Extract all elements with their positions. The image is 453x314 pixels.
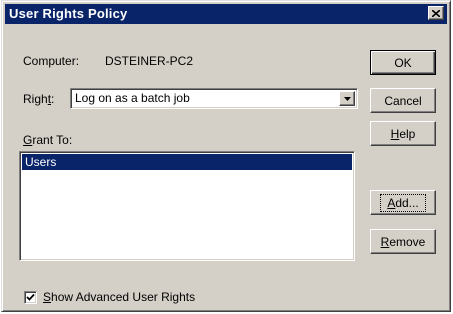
chevron-down-icon	[343, 96, 351, 101]
checkmark-icon	[26, 293, 35, 301]
close-button[interactable]	[428, 6, 444, 20]
add-button[interactable]: Add...	[370, 190, 436, 215]
user-rights-policy-dialog: User Rights Policy Computer: DSTEINER-PC…	[1, 0, 451, 312]
remove-button[interactable]: Remove	[370, 229, 436, 254]
show-advanced-label[interactable]: Show Advanced User Rights	[43, 290, 195, 304]
right-label: Right:	[23, 92, 55, 106]
show-advanced-checkbox[interactable]	[24, 291, 37, 304]
list-item[interactable]: Users	[22, 154, 352, 170]
cancel-button[interactable]: Cancel	[370, 88, 436, 113]
computer-name: DSTEINER-PC2	[105, 54, 194, 68]
right-dropdown-value: Log on as a batch job	[75, 91, 190, 105]
window-title: User Rights Policy	[9, 6, 128, 21]
right-dropdown[interactable]: Log on as a batch job	[70, 88, 358, 109]
dropdown-arrow-button[interactable]	[339, 91, 355, 106]
grant-to-listbox[interactable]: Users	[19, 151, 355, 261]
title-bar[interactable]: User Rights Policy	[5, 4, 447, 24]
ok-button[interactable]: OK	[370, 50, 436, 75]
close-icon	[432, 9, 440, 17]
help-button[interactable]: Help	[370, 121, 436, 146]
computer-label: Computer:	[23, 54, 80, 68]
grant-to-label: Grant To:	[23, 133, 73, 147]
